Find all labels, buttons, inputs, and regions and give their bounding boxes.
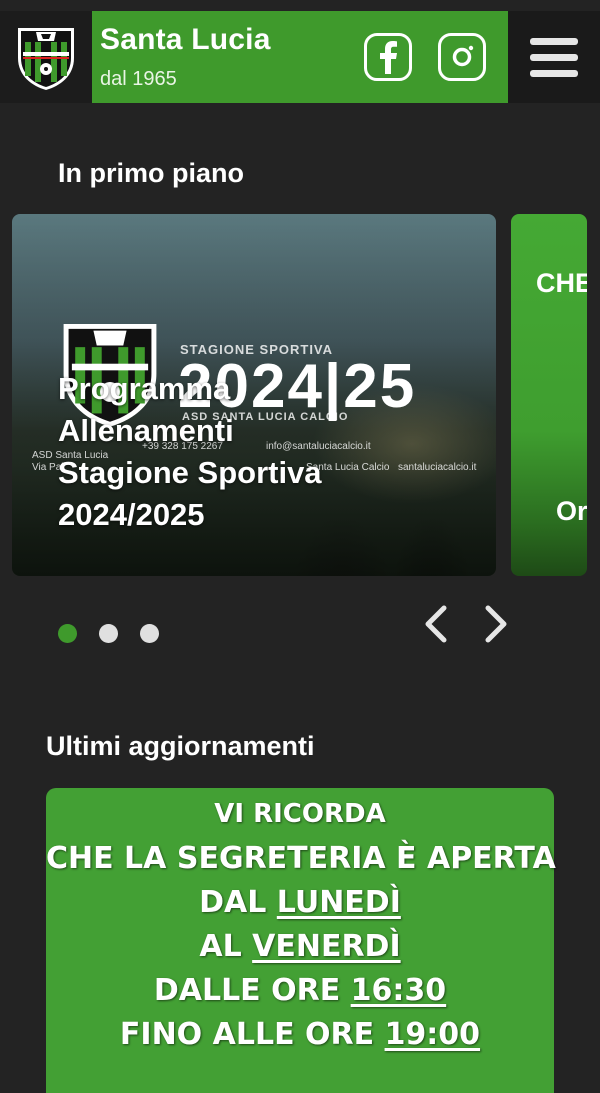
update-line-2: CHE LA SEGRETERIA È APERTA — [46, 841, 556, 876]
pagination-dot-2[interactable] — [99, 624, 118, 643]
update-card[interactable]: VI RICORDA CHE LA SEGRETERIA È APERTA DA… — [46, 788, 556, 1093]
pagination-dot-3[interactable] — [140, 624, 159, 643]
featured-section-title: In primo piano — [58, 158, 244, 188]
pagination-dot-1[interactable] — [58, 624, 77, 643]
carousel-next-button[interactable] — [478, 602, 514, 646]
update-line-5: DALLE ORE 16:30 — [153, 973, 447, 1008]
site-header: Santa Lucia dal 1965 — [0, 11, 600, 103]
carousel-prev-button[interactable] — [418, 602, 454, 646]
club-crest-icon — [18, 28, 74, 90]
carousel-pagination — [58, 624, 159, 643]
site-subtitle: dal 1965 — [100, 68, 177, 90]
update-line-6: FINO ALLE ORE 19:00 — [119, 1017, 481, 1052]
chevron-right-icon — [485, 605, 507, 643]
club-logo[interactable] — [0, 11, 92, 103]
facebook-link[interactable] — [364, 33, 412, 81]
facebook-icon — [380, 41, 397, 74]
slide-2-caption-top: CHE — [536, 268, 587, 298]
update-line-3: DAL LUNEDÌ — [199, 885, 401, 920]
poster-website: santaluciacalcio.it — [398, 462, 477, 473]
update-line-1: VI RICORDA — [214, 799, 386, 829]
instagram-link[interactable] — [438, 33, 486, 81]
featured-slide-2[interactable]: CHE Or — [511, 214, 587, 576]
slide-2-caption-bottom: Or — [556, 496, 587, 526]
update-line-4: AL VENERDÌ — [199, 929, 401, 964]
updates-section-title: Ultimi aggiornamenti — [46, 731, 315, 761]
featured-slide-1[interactable]: STAGIONE SPORTIVA 2024|25 ASD SANTA LUCI… — [12, 214, 496, 576]
hamburger-menu-button[interactable] — [508, 11, 600, 103]
brand-block[interactable]: Santa Lucia dal 1965 — [92, 11, 508, 103]
slide-caption: Programma Allenamenti Stagione Sportiva … — [58, 371, 322, 532]
site-title: Santa Lucia — [100, 23, 271, 56]
hamburger-menu-icon — [530, 37, 578, 45]
chevron-left-icon — [425, 605, 447, 643]
instagram-icon — [452, 45, 474, 67]
top-strip — [0, 0, 600, 11]
